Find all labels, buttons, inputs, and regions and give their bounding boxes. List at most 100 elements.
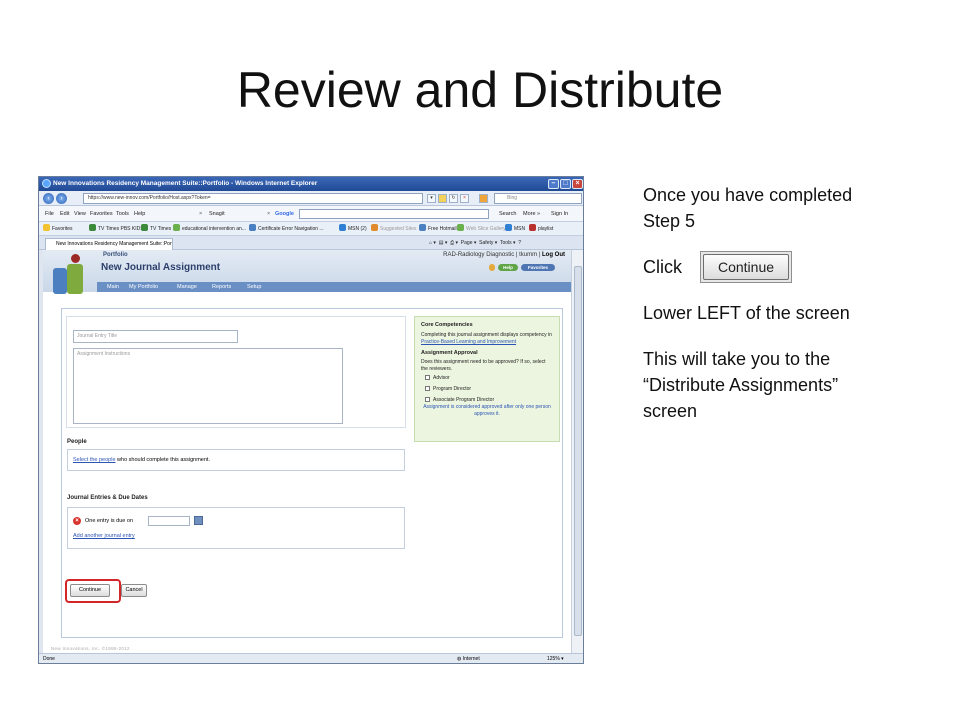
tab-bar: New Innovations Residency Management Sui… xyxy=(39,236,583,250)
playlist-icon xyxy=(529,224,536,231)
calendar-icon[interactable] xyxy=(194,516,203,525)
help-button[interactable]: Help xyxy=(498,264,518,271)
print-icon[interactable]: ⎙ ▾ xyxy=(450,240,458,246)
zoom-level[interactable]: 125% ▾ xyxy=(547,654,564,663)
browser-screenshot: New Innovations Residency Management Sui… xyxy=(38,176,584,664)
result-line-2: “Distribute Assignments” xyxy=(643,375,839,395)
journal-entry-title-input[interactable]: Journal Entry Title xyxy=(73,330,238,343)
menu-view[interactable]: View xyxy=(74,206,86,222)
fav-playlist[interactable]: playlist xyxy=(529,222,553,236)
tools-menu[interactable]: Tools ▾ xyxy=(500,240,516,246)
approval-question: Does this assignment need to be approved… xyxy=(421,359,546,372)
fav-hotmail[interactable]: Free Hotmail xyxy=(419,222,457,236)
logout-link[interactable]: Log Out xyxy=(542,252,565,258)
site-icon xyxy=(141,224,148,231)
google-close-icon[interactable]: × xyxy=(267,206,270,222)
maximize-icon[interactable]: □ xyxy=(560,179,571,189)
app-footer: New Innovations, Inc. ©1995-2012 xyxy=(51,646,130,651)
click-word: Click xyxy=(643,257,682,277)
assignment-instructions-input[interactable]: Assignment Instructions xyxy=(73,348,343,424)
menu-favorites[interactable]: Favorites xyxy=(90,206,113,222)
menu-file[interactable]: File xyxy=(45,206,54,222)
due-date-input[interactable] xyxy=(148,516,190,526)
nav-manage[interactable]: Manage xyxy=(177,282,197,292)
minimize-icon[interactable]: – xyxy=(548,179,559,189)
fav-tv-times[interactable]: TV Times xyxy=(141,222,171,236)
feed-icon[interactable]: ▤ ▾ xyxy=(439,240,448,246)
select-people-link[interactable]: Select the people xyxy=(73,457,116,463)
fav-web-slice[interactable]: Web Slice Gallery xyxy=(457,222,506,236)
menu-bar: File Edit View Favorites Tools Help × Sn… xyxy=(39,206,583,222)
checkbox[interactable] xyxy=(425,397,430,402)
google-search-button[interactable]: Search xyxy=(499,206,516,222)
fav-msn[interactable]: MSN (2) xyxy=(339,222,367,236)
safety-menu[interactable]: Safety ▾ xyxy=(479,240,497,246)
step-line-2: Step 5 xyxy=(643,211,696,231)
more-button[interactable]: More » xyxy=(523,206,540,222)
close-icon[interactable]: × xyxy=(572,179,583,189)
reviewer-option[interactable]: Advisor xyxy=(421,375,553,382)
command-bar: ⌂ ▾ ▤ ▾ ⎙ ▾ Page ▾ Safety ▾ Tools ▾ ? xyxy=(429,236,521,250)
competency-link[interactable]: Practice-Based Learning and Improvement xyxy=(421,339,516,345)
stop-icon[interactable]: × xyxy=(460,194,469,203)
menu-help[interactable]: Help xyxy=(134,206,145,222)
dropdown-icon[interactable]: ▾ xyxy=(427,194,436,203)
location-note: Lower LEFT of the screen xyxy=(643,303,850,323)
url-field[interactable]: https://www.new-innov.com/Portfolio/Host… xyxy=(83,193,423,204)
lock-icon[interactable] xyxy=(438,194,447,203)
menu-edit[interactable]: Edit xyxy=(60,206,69,222)
bing-icon xyxy=(479,194,488,203)
app-nav: Main My Portfolio Manage Reports Setup xyxy=(97,282,571,292)
click-instruction: Click Continue xyxy=(643,251,943,283)
fav-certificate[interactable]: Certificate Error Navigation ... xyxy=(249,222,324,236)
site-icon xyxy=(89,224,96,231)
continue-button-sample-label: Continue xyxy=(703,254,789,280)
home-icon[interactable]: ⌂ ▾ xyxy=(429,240,436,246)
cancel-button[interactable]: Cancel xyxy=(121,584,147,597)
continue-button[interactable]: Continue xyxy=(70,584,110,597)
people-box: Select the people who should complete th… xyxy=(67,449,405,471)
nav-main[interactable]: Main xyxy=(107,282,119,292)
continue-button-sample: Continue xyxy=(700,251,792,283)
back-icon[interactable]: ‹ xyxy=(43,193,54,204)
reviewer-option[interactable]: Associate Program Director xyxy=(421,397,553,404)
approval-note: Assignment is considered approved after … xyxy=(423,404,551,417)
reviewer-option[interactable]: Program Director xyxy=(421,386,553,393)
search-input[interactable]: Bing xyxy=(494,193,582,204)
google-search-input[interactable] xyxy=(299,209,489,219)
fav-tv-times-pbs[interactable]: TV Times PBS KIDS xyxy=(89,222,144,236)
page-menu[interactable]: Page ▾ xyxy=(461,240,477,246)
fav-msn-2[interactable]: MSN xyxy=(505,222,525,236)
remove-entry-icon[interactable]: × xyxy=(73,517,81,525)
nav-my-portfolio[interactable]: My Portfolio xyxy=(129,282,158,292)
sign-in-button[interactable]: Sign In xyxy=(551,206,568,222)
toolbar-close-icon[interactable]: × xyxy=(199,206,202,222)
due-label: One entry is due on xyxy=(85,518,134,524)
refresh-icon[interactable]: ↻ xyxy=(449,194,458,203)
nav-setup[interactable]: Setup xyxy=(247,282,261,292)
ie-icon xyxy=(42,179,51,188)
nav-reports[interactable]: Reports xyxy=(212,282,231,292)
add-journal-entry-link[interactable]: Add another journal entry xyxy=(73,533,135,539)
vertical-scrollbar[interactable] xyxy=(571,250,583,653)
web-page: Portfolio New Journal Assignment RAD-Rad… xyxy=(43,250,571,653)
internet-zone: ◍ Internet xyxy=(457,656,480,662)
favorites-button[interactable]: Favorites xyxy=(43,222,73,236)
checkbox[interactable] xyxy=(425,375,430,380)
home-icon[interactable] xyxy=(489,264,495,271)
fav-educational[interactable]: educational intervention an... xyxy=(173,222,246,236)
checkbox[interactable] xyxy=(425,386,430,391)
assignment-form: Journal Entry Title Assignment Instructi… xyxy=(61,308,563,638)
scrollbar-thumb[interactable] xyxy=(574,266,582,636)
people-heading: People xyxy=(67,439,87,445)
fav-suggested[interactable]: Suggested Sites xyxy=(371,222,416,236)
snagit-button[interactable]: Snagit xyxy=(209,206,225,222)
menu-tools[interactable]: Tools xyxy=(116,206,129,222)
help-icon[interactable]: ? xyxy=(518,240,521,246)
browser-tab[interactable]: New Innovations Residency Management Sui… xyxy=(45,238,173,250)
favorites-button[interactable]: Favorites xyxy=(521,264,555,271)
forward-icon[interactable]: › xyxy=(56,193,67,204)
google-logo: Google xyxy=(275,211,294,217)
section-label: Portfolio xyxy=(103,252,128,258)
slice-icon xyxy=(457,224,464,231)
